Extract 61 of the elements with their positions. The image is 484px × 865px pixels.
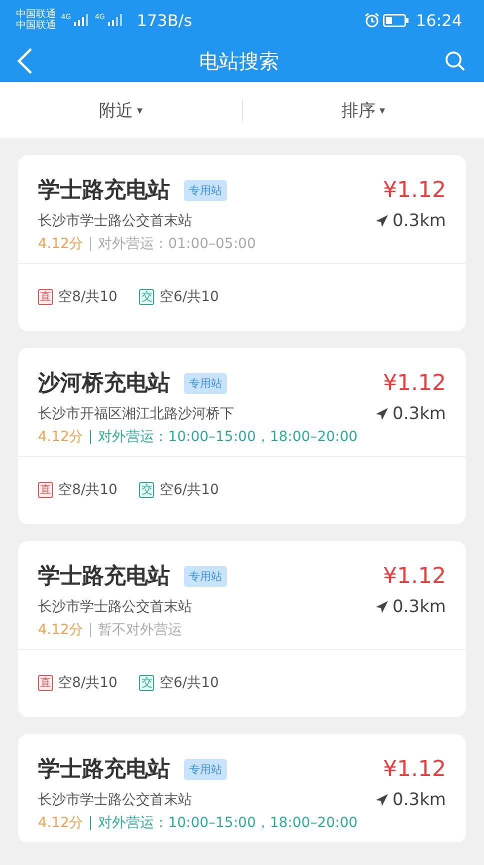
charger-availability: 空8/共10	[58, 674, 118, 692]
navigation-arrow-icon	[374, 407, 389, 421]
charger-type-badge: 直	[38, 289, 53, 305]
station-address: 长沙市学士路公交首末站	[38, 791, 192, 809]
station-tag: 专用站	[184, 566, 227, 586]
station-card[interactable]: 学士路充电站 专用站 ¥1.12 长沙市学士路公交首末站 0.3km 4.12分 对外营运：10:00–15:00，18:00–20:00	[18, 734, 466, 843]
operating-hours: 暂不对外营运	[98, 621, 182, 639]
station-distance: 0.3km	[392, 597, 446, 617]
charger-type-badge: 直	[38, 482, 53, 498]
clock-time: 16:24	[416, 10, 462, 30]
charger-availability: 空6/共10	[159, 481, 219, 499]
navigation-arrow-icon	[374, 214, 389, 228]
station-address: 长沙市学士路公交首末站	[38, 212, 192, 230]
station-card[interactable]: 沙河桥充电站 专用站 ¥1.12 长沙市开福区湘江北路沙河桥下 0.3km 4.12分 对外营运：10:00–15:00，18:00–20:00 直 空8/共10 交 空6/共10	[18, 348, 466, 524]
back-icon[interactable]	[16, 47, 34, 75]
station-tag: 专用站	[184, 758, 227, 780]
station-price: ¥1.12	[383, 178, 446, 202]
charger-availability: 空6/共10	[159, 674, 219, 692]
alarm-icon	[364, 12, 380, 28]
station-rating: 4.12分	[38, 235, 84, 253]
network-speed: 173B/s	[136, 10, 192, 30]
charger-availability: 空8/共10	[58, 288, 118, 306]
station-name: 学士路充电站	[38, 176, 170, 205]
station-price: ¥1.12	[383, 564, 446, 588]
charger-availability: 空8/共10	[58, 481, 118, 499]
station-card[interactable]: 学士路充电站 专用站 ¥1.12 长沙市学士路公交首末站 0.3km 4.12分 对外营运：01:00–05:00 直 空8/共10 交 空6/共10	[18, 155, 466, 331]
station-rating: 4.12分	[38, 621, 84, 639]
navigation-arrow-icon	[374, 793, 389, 807]
signal-icon	[74, 14, 88, 26]
station-distance: 0.3km	[392, 404, 446, 424]
station-name: 沙河桥充电站	[38, 370, 170, 398]
operating-hours: 对外营运：10:00–15:00，18:00–20:00	[98, 814, 358, 832]
signal-icon	[108, 14, 122, 26]
charger-type-badge: 交	[139, 289, 154, 305]
station-distance: 0.3km	[392, 211, 446, 231]
filter-dropdown[interactable]: 附近 ▾	[92, 94, 149, 126]
page-title: 电站搜索	[199, 48, 279, 74]
navigation-arrow-icon	[374, 600, 389, 614]
charger-availability: 空6/共10	[159, 288, 219, 306]
battery-icon	[382, 14, 409, 26]
station-rating: 4.12分	[38, 428, 84, 446]
charger-type-badge: 交	[139, 482, 154, 498]
station-price: ¥1.12	[383, 370, 446, 396]
carrier-name: 中国联通	[16, 20, 56, 31]
operating-hours: 对外营运：01:00–05:00	[98, 235, 256, 253]
station-name: 学士路充电站	[38, 756, 170, 784]
station-address: 长沙市开福区湘江北路沙河桥下	[38, 405, 234, 423]
charger-type-badge: 交	[139, 675, 154, 691]
station-tag: 专用站	[184, 180, 227, 200]
station-rating: 4.12分	[38, 814, 84, 832]
station-name: 学士路充电站	[38, 562, 170, 591]
station-card[interactable]: 学士路充电站 专用站 ¥1.12 长沙市学士路公交首末站 0.3km 4.12分 暂不对外营运 直 空8/共10 交 空6/共10	[18, 541, 466, 717]
station-tag: 专用站	[184, 372, 227, 394]
filter-dropdown[interactable]: 排序 ▾	[335, 94, 392, 126]
operating-hours: 对外营运：10:00–15:00，18:00–20:00	[98, 428, 358, 446]
carrier-name: 中国联通	[16, 9, 56, 20]
station-distance: 0.3km	[392, 790, 446, 810]
charger-type-badge: 直	[38, 675, 53, 691]
station-price: ¥1.12	[383, 756, 446, 782]
station-address: 长沙市学士路公交首末站	[38, 598, 192, 616]
search-icon[interactable]	[444, 50, 466, 72]
